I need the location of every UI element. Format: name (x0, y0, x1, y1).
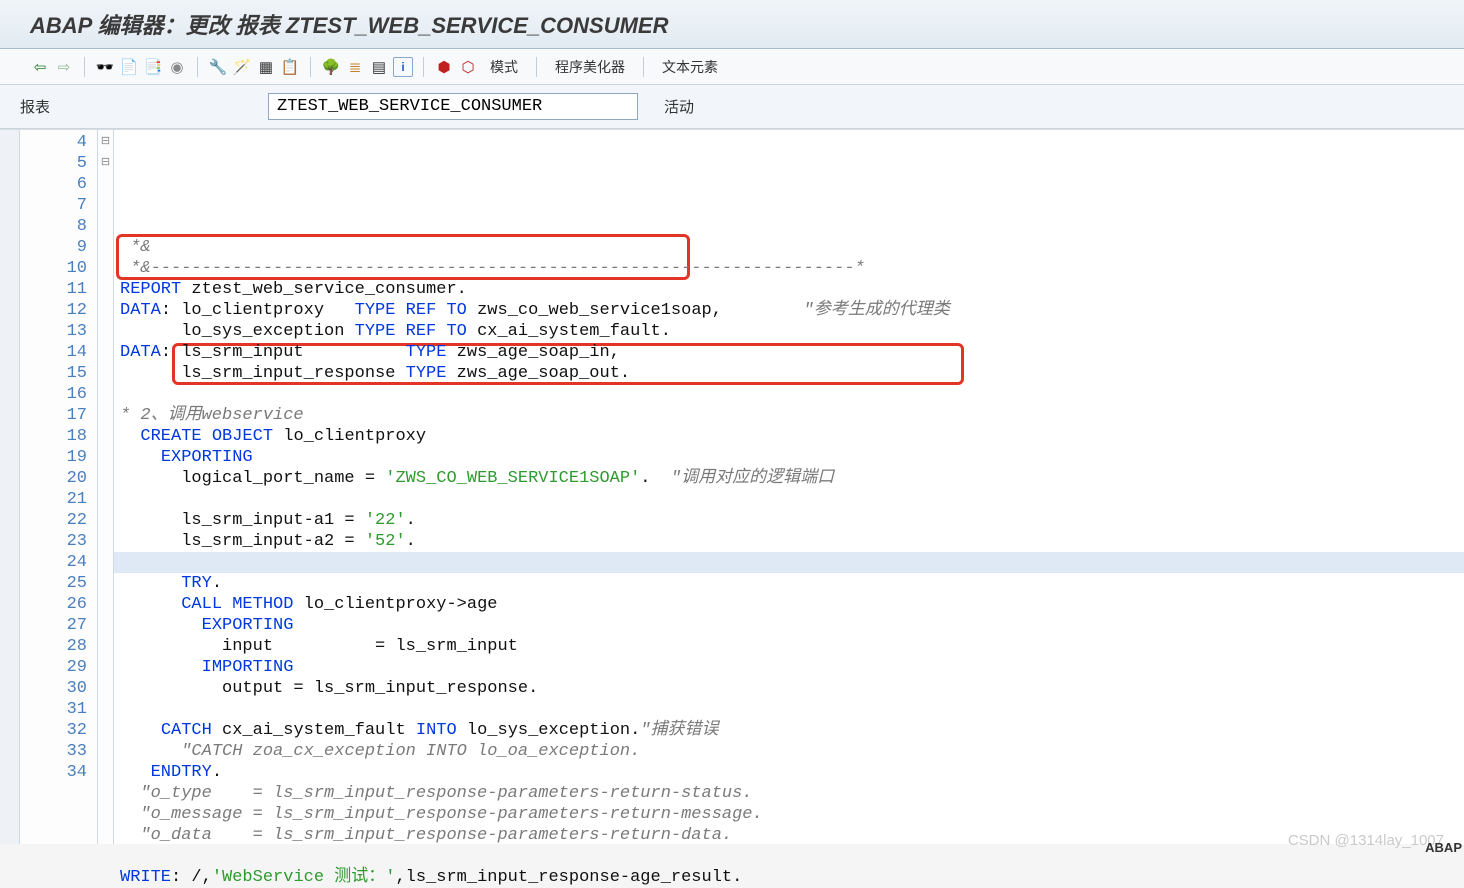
forward-icon[interactable]: ⇨ (54, 57, 74, 77)
left-gutter (0, 130, 20, 844)
web-icon[interactable]: ◉ (167, 57, 187, 77)
code-line[interactable] (114, 846, 1464, 867)
code-line[interactable]: ENDTRY. (114, 762, 1464, 783)
code-line[interactable]: *&--------------------------------------… (114, 258, 1464, 279)
code-line[interactable] (114, 489, 1464, 510)
code-line[interactable]: ls_srm_input_response TYPE zws_age_soap_… (114, 363, 1464, 384)
code-line[interactable]: "o_type = ls_srm_input_response-paramete… (114, 783, 1464, 804)
title-bar: ABAP 编辑器：更改 报表 ZTEST_WEB_SERVICE_CONSUME… (0, 0, 1464, 49)
code-line[interactable]: * 2、调用webservice (114, 405, 1464, 426)
breakpoint-del-icon[interactable]: ⬡ (458, 57, 478, 77)
back-icon[interactable]: ⇦ (30, 57, 50, 77)
new-icon[interactable]: 📑 (143, 57, 163, 77)
code-line[interactable]: output = ls_srm_input_response. (114, 678, 1464, 699)
code-line[interactable]: ls_srm_input-a2 = '52'. (114, 531, 1464, 552)
where-used-icon[interactable]: 📋 (280, 57, 300, 77)
code-line[interactable]: "o_data = ls_srm_input_response-paramete… (114, 825, 1464, 846)
code-line[interactable] (114, 552, 1464, 573)
code-line[interactable]: CALL METHOD lo_clientproxy->age (114, 594, 1464, 615)
language-indicator: ABAP (1425, 840, 1462, 855)
indent-icon[interactable]: ▤ (369, 57, 389, 77)
other-object-icon[interactable]: 📄 (119, 57, 139, 77)
code-line[interactable]: *& (114, 237, 1464, 258)
breakpoint-set-icon[interactable]: ⬢ (434, 57, 454, 77)
pretty-printer-button[interactable]: 程序美化器 (555, 57, 625, 77)
code-area[interactable]: *& *&-----------------------------------… (114, 130, 1464, 844)
display-object-icon[interactable]: 🕶️ (95, 57, 115, 77)
fold-gutter: ⊟⊟ (98, 130, 114, 844)
code-line[interactable] (114, 384, 1464, 405)
code-line[interactable]: logical_port_name = 'ZWS_CO_WEB_SERVICE1… (114, 468, 1464, 489)
code-line[interactable]: DATA: ls_srm_input TYPE zws_age_soap_in, (114, 342, 1464, 363)
program-status: 活动 (664, 96, 694, 117)
test-icon[interactable]: ▦ (256, 57, 276, 77)
code-line[interactable]: lo_sys_exception TYPE REF TO cx_ai_syste… (114, 321, 1464, 342)
code-line[interactable]: REPORT ztest_web_service_consumer. (114, 279, 1464, 300)
line-number-gutter: 4567891011121314151617181920212223242526… (20, 130, 98, 844)
code-line[interactable]: ls_srm_input-a1 = '22'. (114, 510, 1464, 531)
code-line[interactable]: TRY. (114, 573, 1464, 594)
code-line[interactable]: CATCH cx_ai_system_fault INTO lo_sys_exc… (114, 720, 1464, 741)
outdent-icon[interactable]: ≣ (345, 57, 365, 77)
code-editor[interactable]: 4567891011121314151617181920212223242526… (0, 129, 1464, 844)
code-line[interactable]: WRITE: /,'WebService 测试：',ls_srm_input_r… (114, 867, 1464, 888)
pattern-button[interactable]: 模式 (490, 57, 518, 77)
code-line[interactable]: "CATCH zoa_cx_exception INTO lo_oa_excep… (114, 741, 1464, 762)
program-label: 报表 (20, 96, 250, 117)
code-line[interactable]: DATA: lo_clientproxy TYPE REF TO zws_co_… (114, 300, 1464, 321)
info-icon[interactable]: i (393, 57, 413, 77)
tree-icon[interactable]: 🌳 (321, 57, 341, 77)
code-line[interactable]: EXPORTING (114, 615, 1464, 636)
code-line[interactable]: IMPORTING (114, 657, 1464, 678)
code-line[interactable]: input = ls_srm_input (114, 636, 1464, 657)
toolbar: ⇦ ⇨ 🕶️ 📄 📑 ◉ 🔧 🪄 ▦ 📋 🌳 ≣ ▤ i ⬢ ⬡ 模式 程序美化… (0, 49, 1464, 85)
code-line[interactable] (114, 699, 1464, 720)
check-icon[interactable]: 🔧 (208, 57, 228, 77)
code-line[interactable]: EXPORTING (114, 447, 1464, 468)
code-line[interactable]: "o_message = ls_srm_input_response-param… (114, 804, 1464, 825)
code-line[interactable]: CREATE OBJECT lo_clientproxy (114, 426, 1464, 447)
program-row: 报表 活动 (0, 85, 1464, 129)
watermark: CSDN @1314lay_1007 (1288, 832, 1444, 849)
activate-icon[interactable]: 🪄 (232, 57, 252, 77)
text-elements-button[interactable]: 文本元素 (662, 57, 718, 77)
program-name-input[interactable] (268, 93, 638, 120)
